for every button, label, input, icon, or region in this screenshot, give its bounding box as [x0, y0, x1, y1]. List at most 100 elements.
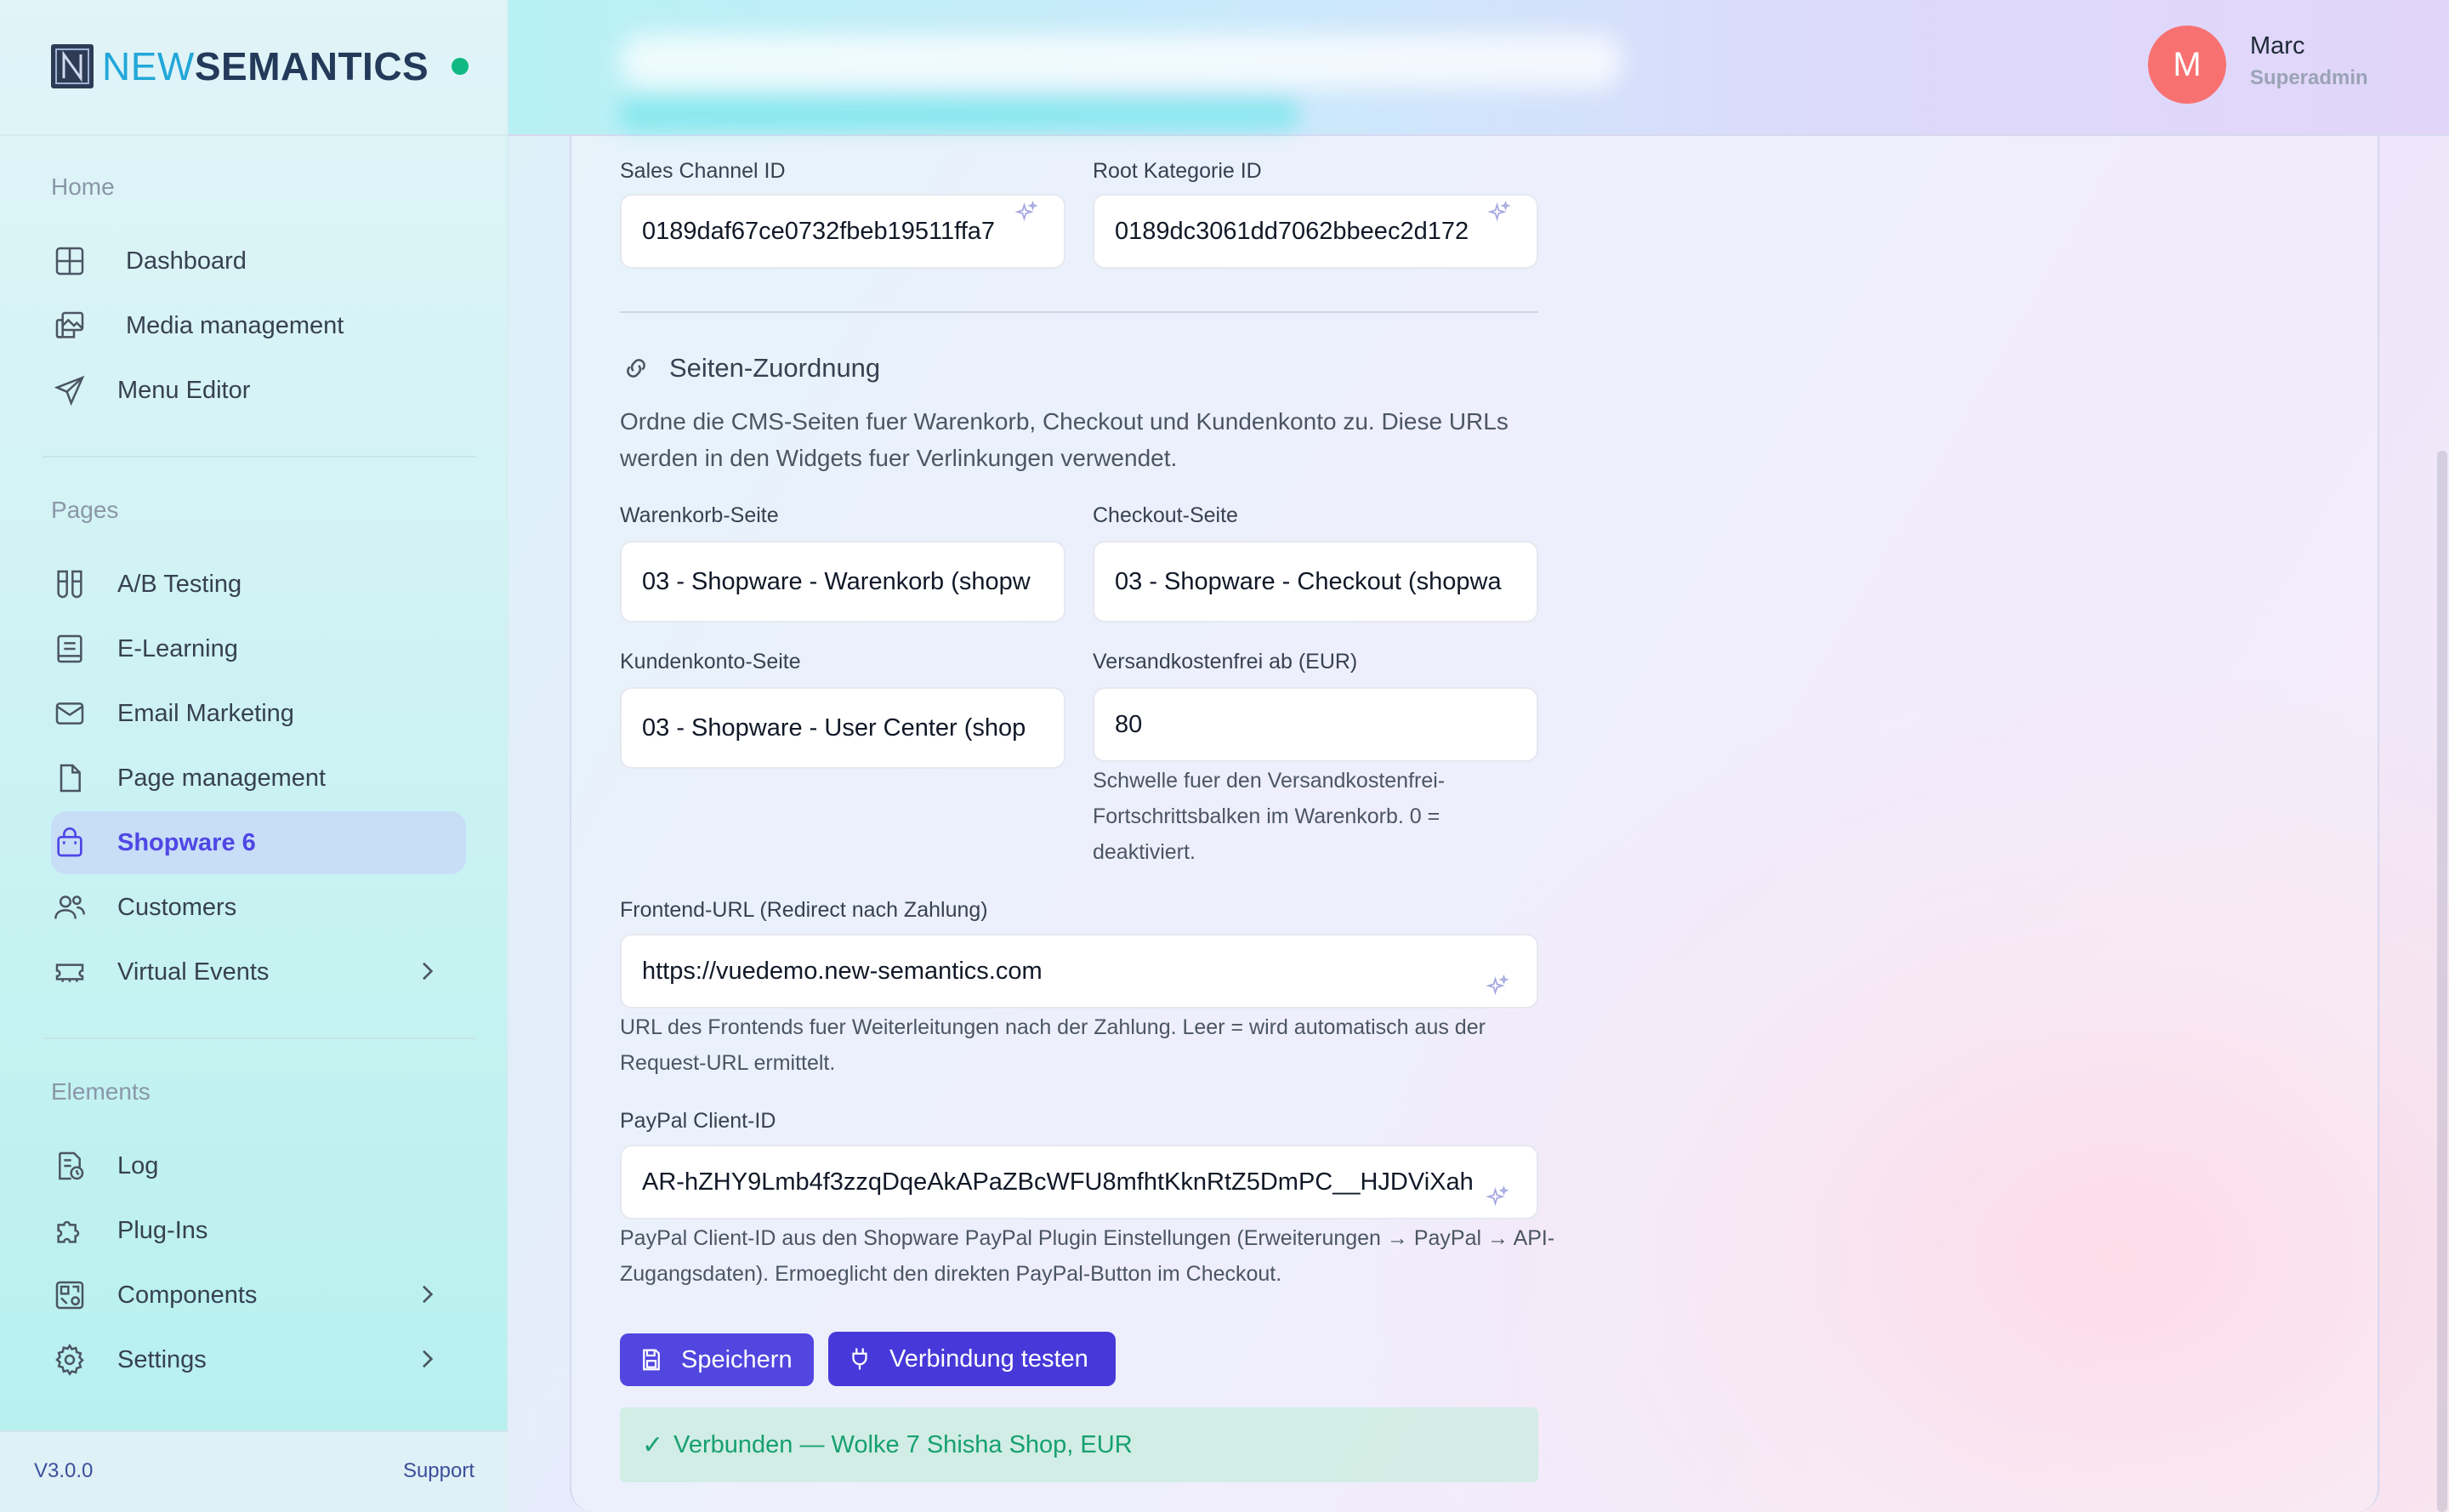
paypal-client-id-value: AR-hZHY9Lmb4f3zzqDqeAkAPaZBcWFU8mfhtKknR…	[642, 1168, 1474, 1196]
user-role: Superadmin	[2250, 66, 2368, 89]
sidebar-item-label: Page management	[117, 764, 327, 792]
sidebar-item-page-management[interactable]: Page management	[51, 747, 466, 810]
images-icon	[51, 307, 88, 344]
sidebar-divider	[43, 456, 476, 458]
free-shipping-value: 80	[1115, 710, 1143, 738]
sidebar: NEWSEMANTICS Home Dashboard Media manage…	[0, 0, 509, 1512]
sidebar-item-dashboard[interactable]: Dashboard	[51, 230, 466, 293]
connection-status-banner: ✓ Verbunden — Wolke 7 Shisha Shop, EUR	[620, 1407, 1538, 1482]
sidebar-item-ab-testing[interactable]: A/B Testing	[51, 553, 466, 616]
chevron-right-icon	[423, 1285, 434, 1304]
sparkle-icon[interactable]	[1014, 201, 1039, 226]
sidebar-item-label: Virtual Events	[117, 958, 270, 986]
sidebar-item-label: Email Marketing	[117, 699, 294, 727]
blurred-header-content	[619, 34, 1622, 88]
sidebar-item-plug-ins[interactable]: Plug-Ins	[51, 1199, 466, 1262]
logo-icon[interactable]	[51, 44, 94, 88]
sidebar-item-label: Menu Editor	[117, 376, 251, 404]
sales-channel-input[interactable]: 0189daf67ce0732fbeb19511ffa7	[620, 194, 1065, 269]
sidebar-item-label: E-Learning	[117, 634, 238, 662]
section-title-elements: Elements	[51, 1078, 151, 1105]
sidebar-item-virtual-events[interactable]: Virtual Events	[51, 941, 466, 1003]
sidebar-item-label: Media management	[126, 311, 344, 339]
section-title-home: Home	[51, 173, 115, 200]
book-icon	[51, 630, 88, 668]
sidebar-item-label: Plug-Ins	[117, 1216, 208, 1244]
components-icon	[51, 1276, 88, 1314]
sparkle-icon[interactable]	[1485, 975, 1510, 1000]
brand-header: NEWSEMANTICS	[0, 0, 509, 136]
root-category-label: Root Kategorie ID	[1093, 159, 1262, 183]
topbar: M Marc Superadmin	[509, 0, 2449, 136]
support-link[interactable]: Support	[403, 1459, 474, 1483]
sidebar-item-log[interactable]: Log	[51, 1134, 466, 1197]
paypal-label: PayPal Client-ID	[620, 1109, 776, 1133]
root-category-input[interactable]: 0189dc3061dd7062bbeec2d172	[1093, 194, 1538, 269]
paypal-help: PayPal Client-ID aus den Shopware PayPal…	[620, 1226, 1555, 1286]
sidebar-item-components[interactable]: Components	[51, 1264, 466, 1327]
puzzle-icon	[51, 1212, 88, 1249]
scrollbar-thumb[interactable]	[2437, 451, 2447, 1512]
brand-prefix: NEW	[102, 44, 195, 88]
brand-name: NEWSEMANTICS	[102, 44, 429, 88]
sidebar-footer: V3.0.0 Support	[0, 1430, 509, 1512]
sidebar-item-email-marketing[interactable]: Email Marketing	[51, 682, 466, 745]
free-shipping-help: Schwelle fuer den Versandkostenfrei-Fort…	[1093, 769, 1446, 864]
chevron-right-icon	[423, 1350, 434, 1368]
test-tubes-icon	[51, 566, 88, 603]
test-connection-button[interactable]: Verbindung testen	[828, 1332, 1116, 1386]
sidebar-item-menu-editor[interactable]: Menu Editor	[51, 359, 466, 422]
sidebar-divider	[43, 1037, 476, 1039]
frontend-url-value: https://vuedemo.new-semantics.com	[642, 957, 1043, 985]
free-shipping-input[interactable]: 80	[1093, 687, 1538, 762]
cart-page-label: Warenkorb-Seite	[620, 503, 779, 527]
checkout-page-value: 03 - Shopware - Checkout (shopwa	[1115, 567, 1502, 595]
cart-page-select[interactable]: 03 - Shopware - Warenkorb (shopw	[620, 541, 1065, 622]
version-link[interactable]: V3.0.0	[34, 1459, 93, 1483]
check-icon: ✓	[642, 1430, 664, 1459]
root-category-value: 0189dc3061dd7062bbeec2d172	[1115, 217, 1469, 245]
status-indicator	[452, 58, 469, 75]
sales-channel-label: Sales Channel ID	[620, 159, 786, 183]
connection-status-text: Verbunden — Wolke 7 Shisha Shop, EUR	[673, 1430, 1133, 1458]
sidebar-item-label: Shopware 6	[117, 828, 256, 856]
frontend-url-input[interactable]: https://vuedemo.new-semantics.com	[620, 934, 1538, 1009]
section-divider	[620, 311, 1538, 313]
chevron-right-icon	[423, 962, 434, 981]
user-name[interactable]: Marc	[2250, 32, 2304, 60]
sidebar-item-customers[interactable]: Customers	[51, 876, 466, 939]
sidebar-item-label: Settings	[117, 1345, 207, 1373]
frontend-url-label: Frontend-URL (Redirect nach Zahlung)	[620, 898, 988, 922]
save-button[interactable]: Speichern	[620, 1333, 814, 1386]
sparkle-icon[interactable]	[1486, 201, 1512, 226]
sidebar-item-label: Dashboard	[126, 247, 247, 275]
sidebar-item-e-learning[interactable]: E-Learning	[51, 617, 466, 680]
sidebar-item-shopware-6[interactable]: Shopware 6	[51, 811, 466, 874]
account-page-select[interactable]: 03 - Shopware - User Center (shop	[620, 687, 1065, 769]
sales-channel-value: 0189daf67ce0732fbeb19511ffa7	[642, 217, 996, 245]
section-title: Seiten-Zuordnung	[669, 353, 881, 383]
sidebar-item-media-management[interactable]: Media management	[51, 294, 466, 357]
plug-icon	[852, 1348, 867, 1370]
log-icon	[51, 1147, 88, 1185]
checkout-page-label: Checkout-Seite	[1093, 503, 1238, 527]
sidebar-item-label: Log	[117, 1151, 159, 1179]
test-connection-button-label: Verbindung testen	[889, 1344, 1088, 1373]
save-icon	[643, 1349, 660, 1371]
avatar[interactable]: M	[2148, 26, 2226, 104]
account-page-value: 03 - Shopware - User Center (shop	[642, 713, 1026, 742]
grid-icon	[51, 242, 88, 280]
sidebar-item-settings[interactable]: Settings	[51, 1328, 466, 1391]
checkout-page-select[interactable]: 03 - Shopware - Checkout (shopwa	[1093, 541, 1538, 622]
section-description: Ordne die CMS-Seiten fuer Warenkorb, Che…	[620, 408, 1509, 471]
brand-suffix: SEMANTICS	[194, 44, 429, 88]
sidebar-item-label: A/B Testing	[117, 570, 242, 598]
paypal-client-id-input[interactable]: AR-hZHY9Lmb4f3zzqDqeAkAPaZBcWFU8mfhtKknR…	[620, 1145, 1538, 1219]
shopping-bag-icon	[51, 824, 88, 861]
ticket-icon	[51, 953, 88, 991]
sparkle-icon[interactable]	[1485, 1185, 1510, 1211]
sidebar-item-label: Components	[117, 1281, 258, 1309]
send-icon	[51, 372, 88, 409]
section-title-pages: Pages	[51, 497, 119, 523]
blurred-header-content	[619, 100, 1299, 129]
